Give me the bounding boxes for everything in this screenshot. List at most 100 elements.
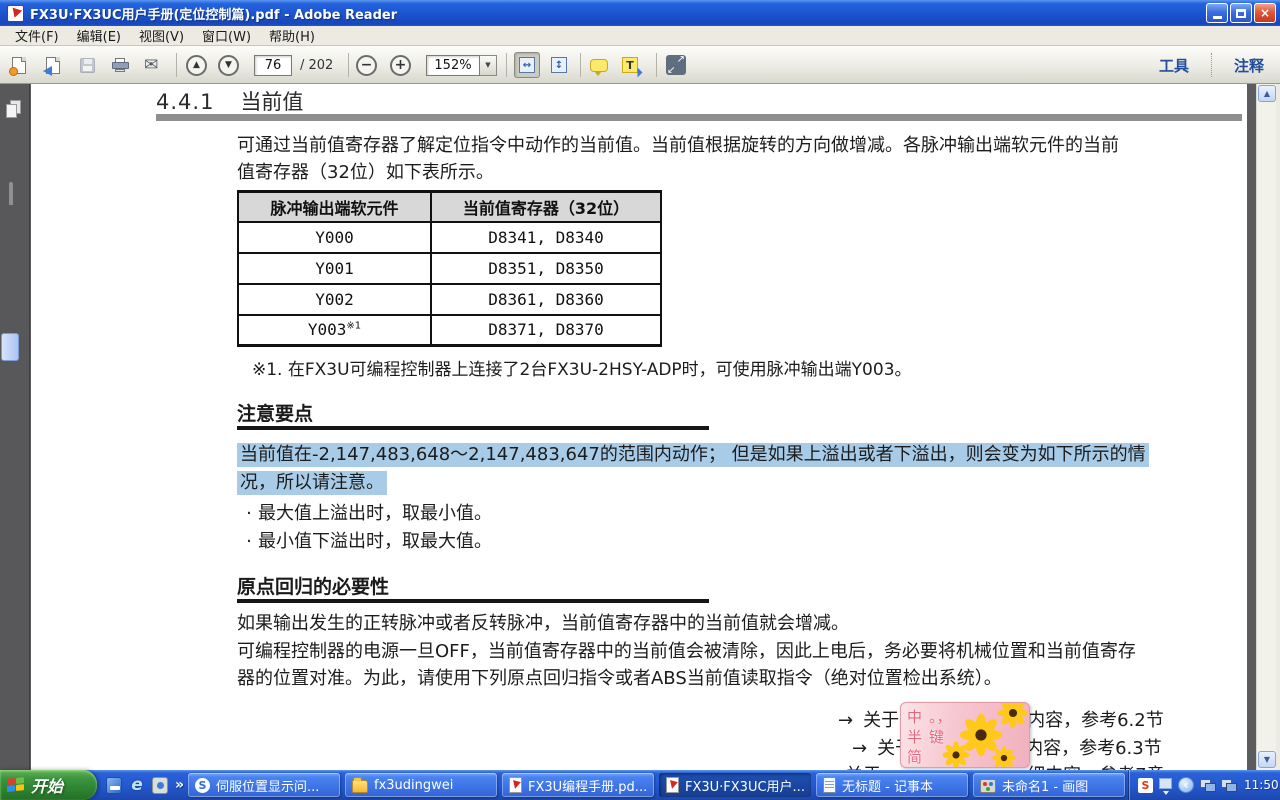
arrow-up-icon: ▲ — [1264, 89, 1270, 98]
paperclip-icon — [9, 182, 13, 205]
quick-launch-bar: e » — [102, 770, 184, 800]
show-desktop-icon[interactable] — [106, 777, 122, 794]
table-row: Y000 D8341, D8340 — [238, 222, 661, 253]
taskbar-button-pdf1[interactable]: FX3U编程手册.pd... — [502, 773, 654, 797]
ime-status-popup[interactable]: 中 。， 半 键 简 — [900, 702, 1030, 768]
email-button[interactable]: ✉ — [144, 50, 158, 80]
previous-page-button[interactable]: ▲ — [186, 50, 207, 80]
page-total-label: / 202 — [300, 50, 333, 80]
scrollbar-thumb[interactable] — [1, 333, 19, 361]
maximize-icon — [1236, 9, 1246, 18]
taskbar-button-browser[interactable]: S 伺服位置显示问... — [188, 773, 340, 797]
comment-bubble-button[interactable] — [590, 50, 608, 80]
envelope-icon: ✉ — [144, 57, 158, 74]
app-shortcut-icon[interactable] — [152, 777, 168, 794]
open-button[interactable] — [12, 50, 26, 80]
page-number-input[interactable] — [254, 55, 292, 76]
table-cell: Y002 — [238, 284, 431, 315]
taskbar-button-paint[interactable]: 未命名1 - 画图 — [973, 773, 1125, 797]
taskbar-button-pdf2-active[interactable]: FX3U·FX3UC用户... — [659, 773, 811, 797]
toolbar-separator — [176, 53, 177, 77]
document-area: 4.4.1当前值 可通过当前值寄存器了解定位指令中动作的当前值。当前值根据旋转的… — [0, 84, 1280, 770]
table-cell: Y001 — [238, 253, 431, 284]
bullet-icon: · — [240, 502, 258, 526]
highlight-text-button[interactable]: T — [622, 50, 638, 80]
plus-icon: + — [390, 55, 411, 76]
scrollbar-edge — [1276, 84, 1280, 770]
next-page-button[interactable]: ▼ — [218, 50, 239, 80]
window-controls: × — [1206, 3, 1276, 23]
note-heading-rule — [237, 426, 709, 430]
tools-panel-button[interactable]: 工具 — [1159, 55, 1189, 76]
table-row: Y001 D8351, D8350 — [238, 253, 661, 284]
origin-heading: 原点回归的必要性 — [237, 572, 389, 599]
taskbar-button-label: FX3U·FX3UC用户... — [685, 776, 805, 795]
zoom-in-button[interactable]: + — [390, 50, 411, 80]
table-row: Y003※1 D8371, D8370 — [238, 315, 661, 346]
pdf-document-icon — [666, 777, 679, 793]
ime-halfwidth-mode[interactable]: 半 — [907, 726, 929, 746]
table-cell: Y000 — [238, 222, 431, 253]
network-status-icon[interactable] — [1200, 779, 1215, 791]
arrow-down-icon: ▼ — [218, 55, 239, 76]
clock[interactable]: 11:50 — [1244, 778, 1279, 792]
fullscreen-button[interactable]: ↗ ↙ — [666, 50, 686, 80]
internet-explorer-icon[interactable]: e — [129, 777, 145, 794]
zoom-out-button[interactable]: − — [356, 50, 377, 80]
menu-view[interactable]: 视图(V) — [130, 24, 193, 47]
menu-file[interactable]: 文件(F) — [6, 24, 68, 47]
save-as-button[interactable] — [46, 50, 60, 80]
sogou-ime-tray-icon[interactable]: S — [1138, 778, 1153, 793]
paint-icon — [980, 779, 996, 793]
browser-icon: S — [195, 778, 210, 793]
bullet-item: ·最大值上溢出时，取最小值。 — [240, 502, 492, 526]
toolbar-separator — [506, 53, 507, 77]
origin-paragraph-line1: 如果输出发生的正转脉冲或者反转脉冲，当前值寄存器中的当前值就会增减。 — [237, 612, 849, 636]
hide-inactive-icons-chevron[interactable]: ‹ — [1178, 777, 1194, 793]
menu-edit[interactable]: 编辑(E) — [68, 24, 130, 47]
ime-punctuation-mode[interactable]: 。， — [929, 706, 955, 726]
notepad-icon — [823, 777, 836, 793]
taskbar-button-label: fx3udingwei — [374, 778, 453, 793]
comments-panel-button[interactable]: 注释 — [1234, 55, 1264, 76]
start-label: 开始 — [31, 773, 63, 797]
navigation-pane — [0, 84, 30, 770]
table-header-cell: 脉冲输出端软元件 — [238, 192, 431, 222]
network-status-icon[interactable] — [1221, 779, 1236, 791]
save-button[interactable] — [80, 50, 95, 80]
menu-help[interactable]: 帮助(H) — [260, 24, 324, 47]
footnote-marker: ※1 — [346, 321, 361, 332]
menu-window[interactable]: 窗口(W) — [193, 24, 260, 47]
highlighted-text-line1: 当前值在-2,147,483,648～2,147,483,647的范围内动作； … — [237, 443, 1149, 467]
scroll-down-button[interactable]: ▼ — [1258, 751, 1276, 768]
origin-paragraph-line2: 可编程控制器的电源一旦OFF，当前值寄存器中的当前值会被清除，因此上电后，务必要… — [237, 640, 1136, 664]
fit-width-button[interactable]: ↔ — [514, 52, 540, 78]
windows-logo-icon — [7, 777, 25, 794]
ime-chinese-mode[interactable]: 中 — [907, 706, 929, 726]
origin-paragraph-line3: 器的位置对准。为此，请使用下列原点回归指令或者ABS当前值读取指令（绝对位置检出… — [237, 667, 1002, 691]
vertical-scrollbar[interactable]: ▲ ▼ — [1256, 84, 1276, 770]
zoom-dropdown-button[interactable]: ▼ — [480, 55, 497, 76]
taskbar-button-notepad[interactable]: 无标题 - 记事本 — [816, 773, 968, 797]
window-titlebar: FX3U·FX3UC用户手册(定位控制篇).pdf - Adobe Reader… — [0, 0, 1280, 26]
minimize-icon — [1213, 16, 1222, 19]
ime-softkeyboard-toggle[interactable]: 键 — [929, 726, 955, 746]
maximize-button[interactable] — [1230, 3, 1252, 23]
language-bar-icon[interactable] — [1159, 778, 1172, 789]
note-heading: 注意要点 — [237, 399, 313, 426]
scroll-up-button[interactable]: ▲ — [1258, 85, 1276, 102]
zoom-level-value[interactable]: 152% — [426, 55, 480, 76]
start-button[interactable]: 开始 — [0, 770, 97, 800]
print-button[interactable] — [112, 50, 129, 80]
taskbar-button-folder[interactable]: fx3udingwei — [345, 773, 497, 797]
table-cell: D8371, D8370 — [431, 315, 661, 346]
fit-page-button[interactable]: ↕ — [546, 52, 572, 78]
close-icon: × — [1260, 6, 1270, 20]
close-button[interactable]: × — [1254, 3, 1276, 23]
minimize-button[interactable] — [1206, 3, 1228, 23]
zoom-level-box[interactable]: 152% ▼ — [426, 50, 497, 80]
attachments-button[interactable] — [9, 184, 13, 203]
table-header-cell: 当前值寄存器（32位） — [431, 192, 661, 222]
ime-simplified-mode[interactable]: 简 — [907, 746, 929, 766]
quick-launch-overflow-chevron[interactable]: » — [175, 777, 184, 793]
